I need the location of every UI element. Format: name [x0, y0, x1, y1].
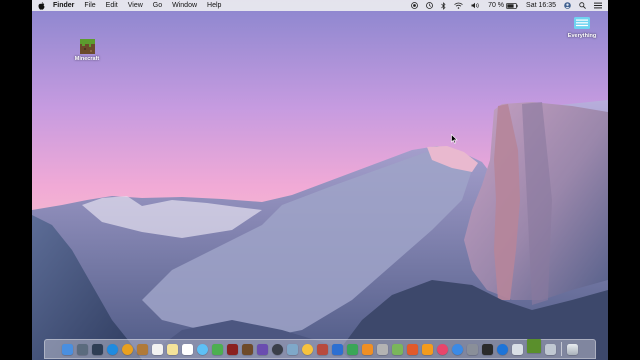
- finder-window-icon[interactable]: [545, 343, 556, 355]
- trash-icon[interactable]: [567, 343, 578, 355]
- messages-icon[interactable]: [197, 343, 208, 355]
- pages-icon[interactable]: [362, 343, 373, 355]
- desktop-screen: Finder File Edit View Go Window Help 70 …: [32, 0, 608, 360]
- battery-icon: [506, 2, 518, 9]
- launchpad-icon[interactable]: [77, 343, 88, 355]
- minecraft-icon: [79, 39, 95, 54]
- photos-icon[interactable]: [302, 343, 313, 355]
- preview-icon[interactable]: [287, 343, 298, 355]
- garageband-icon[interactable]: [407, 343, 418, 355]
- reminders-icon[interactable]: [182, 343, 193, 355]
- chess-icon[interactable]: [242, 343, 253, 355]
- facetime-icon[interactable]: [212, 343, 223, 355]
- desktop-icon-minecraft[interactable]: Minecraft: [72, 39, 102, 62]
- battery-status[interactable]: 70 %: [488, 2, 518, 9]
- wifi-icon[interactable]: [454, 2, 463, 9]
- status-area: 70 % Sat 16:35: [403, 1, 602, 10]
- dock-separator: [561, 342, 562, 356]
- time-machine-icon[interactable]: [426, 2, 433, 9]
- ibooks-icon[interactable]: [422, 343, 433, 355]
- menu-file[interactable]: File: [84, 2, 95, 9]
- photo-booth-icon[interactable]: [227, 343, 238, 355]
- dock: [44, 339, 596, 359]
- everything-icon: [574, 17, 590, 29]
- numbers-icon[interactable]: [347, 343, 358, 355]
- activity-monitor-icon[interactable]: [482, 343, 493, 355]
- menu-go[interactable]: Go: [153, 2, 162, 9]
- mission-control-icon[interactable]: [92, 343, 103, 355]
- desktop-icon-label: Minecraft: [74, 56, 100, 62]
- user-icon[interactable]: [564, 2, 571, 9]
- menu-bar: Finder File Edit View Go Window Help 70 …: [32, 0, 608, 11]
- apple-menu-icon[interactable]: [38, 1, 45, 10]
- record-icon[interactable]: [411, 2, 418, 9]
- downloads-icon[interactable]: [512, 343, 523, 355]
- desktop-icon-everything[interactable]: Everything: [562, 16, 602, 39]
- imovie-icon[interactable]: [257, 343, 268, 355]
- app-store-icon[interactable]: [452, 343, 463, 355]
- bluetooth-icon[interactable]: [441, 1, 446, 10]
- menu-window[interactable]: Window: [172, 2, 197, 9]
- desktop-icon-label: Everything: [567, 33, 597, 39]
- dictionary-icon[interactable]: [377, 343, 388, 355]
- search-icon[interactable]: [579, 2, 586, 9]
- menu-app-name[interactable]: Finder: [53, 2, 74, 9]
- desktop-wallpaper: [32, 0, 608, 360]
- menu-help[interactable]: Help: [207, 2, 221, 9]
- safari-icon[interactable]: [107, 343, 118, 355]
- calendar-icon[interactable]: [152, 343, 163, 355]
- mouse-cursor-icon: [451, 134, 458, 144]
- menu-edit[interactable]: Edit: [106, 2, 118, 9]
- itunes-icon[interactable]: [437, 343, 448, 355]
- network-icon[interactable]: [497, 343, 508, 355]
- notes-icon[interactable]: [167, 343, 178, 355]
- photo-app-icon[interactable]: [317, 343, 328, 355]
- menu-view[interactable]: View: [128, 2, 143, 9]
- volume-icon[interactable]: [471, 2, 480, 9]
- finder-icon[interactable]: [62, 343, 73, 355]
- keynote-icon[interactable]: [332, 343, 343, 355]
- maps-icon[interactable]: [392, 343, 403, 355]
- clock[interactable]: Sat 16:35: [526, 2, 556, 9]
- minecraft-icon[interactable]: [527, 339, 541, 353]
- system-preferences-icon[interactable]: [467, 343, 478, 355]
- notification-center-icon[interactable]: [594, 2, 602, 9]
- chrome-icon[interactable]: [122, 343, 133, 355]
- contacts-icon[interactable]: [137, 343, 148, 355]
- battery-percent: 70 %: [488, 2, 505, 9]
- quicktime-icon[interactable]: [272, 343, 283, 355]
